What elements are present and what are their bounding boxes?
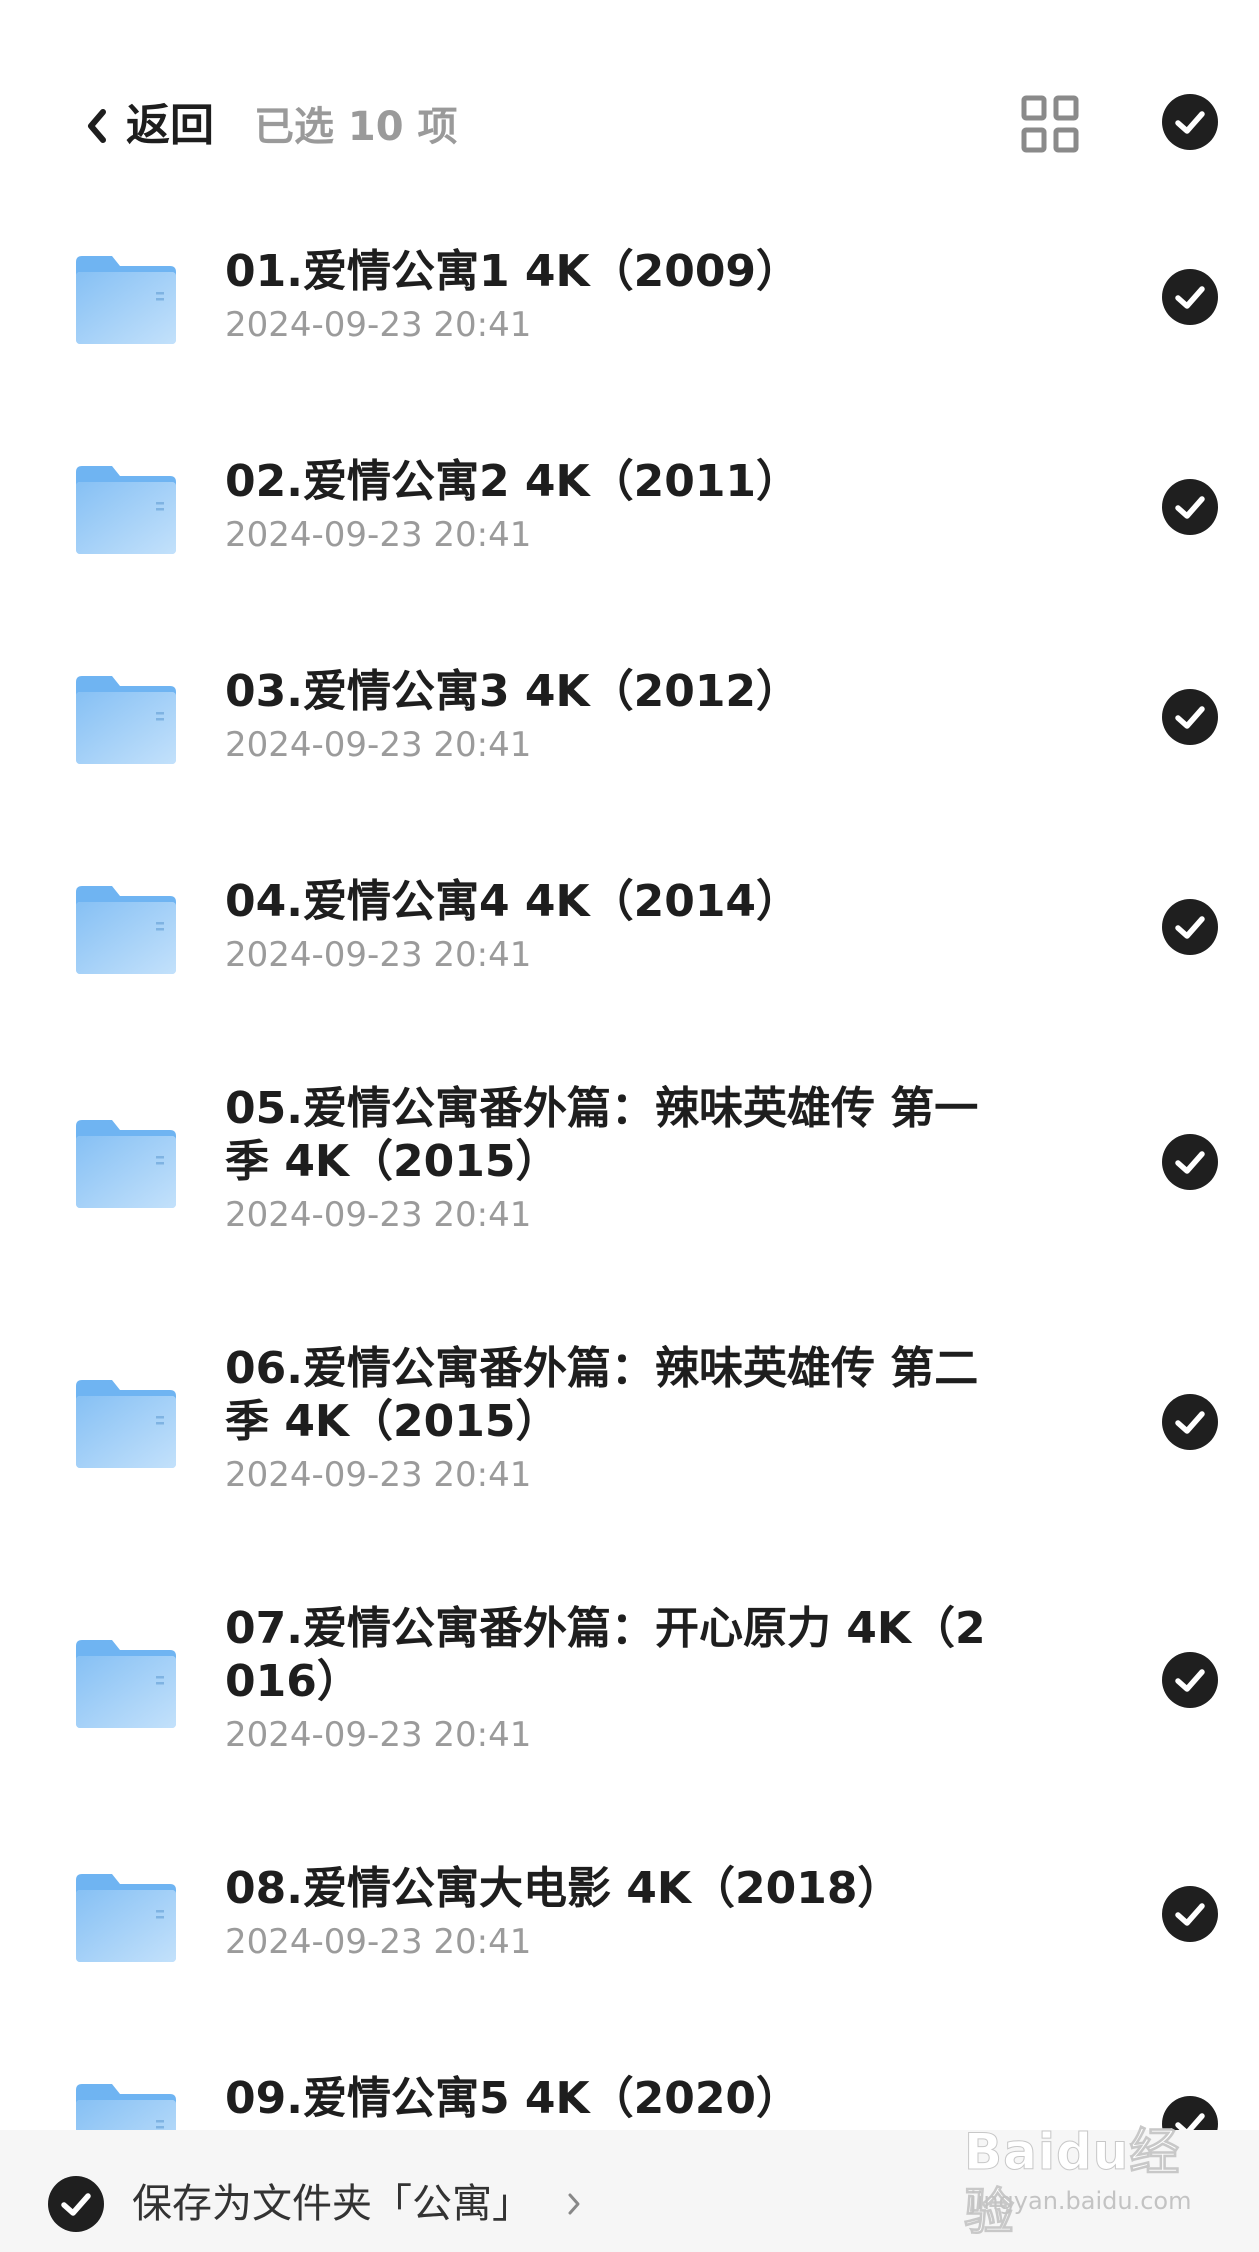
folder-icon [76, 256, 176, 344]
selected-check-icon[interactable] [1162, 269, 1218, 325]
folder-icon [76, 1874, 176, 1962]
watermark-url: jingyan.baidu.com [970, 2187, 1192, 2215]
file-name: 07.爱情公寓番外篇：开心原力 4K（2016） [225, 1603, 986, 1707]
file-name: 08.爱情公寓大电影 4K（2018） [225, 1863, 902, 1914]
folder-icon [76, 676, 176, 764]
selected-check-icon[interactable] [1162, 689, 1218, 745]
baidu-jingyan-watermark: Baidu经验 jingyan.baidu.com [964, 2118, 1228, 2242]
chevron-right-icon[interactable] [566, 2190, 582, 2218]
folder-icon [76, 1120, 176, 1208]
file-name: 09.爱情公寓5 4K（2020） [225, 2073, 801, 2124]
file-date: 2024-09-23 20:41 [225, 1922, 532, 1962]
file-name: 04.爱情公寓4 4K（2014） [225, 876, 801, 927]
folder-icon [76, 466, 176, 554]
watermark-brand: Baidu经验 [964, 2123, 1181, 2242]
selected-check-icon[interactable] [1162, 899, 1218, 955]
save-as-folder-button[interactable]: 保存为文件夹「公寓」 [132, 2178, 532, 2230]
save-as-folder-check-icon[interactable] [48, 2176, 104, 2232]
file-list: 01.爱情公寓1 4K（2009） 2024-09-23 20:41 02.爱情公寓… [0, 0, 1259, 2130]
file-date: 2024-09-23 20:41 [225, 725, 532, 765]
folder-icon [76, 2084, 176, 2130]
file-date: 2024-09-23 20:41 [225, 515, 532, 555]
folder-icon [76, 1640, 176, 1728]
selected-check-icon[interactable] [1162, 1886, 1218, 1942]
file-date: 2024-09-23 20:41 [225, 1715, 532, 1755]
selected-check-icon[interactable] [1162, 479, 1218, 535]
file-name: 02.爱情公寓2 4K（2011） [225, 456, 801, 507]
folder-icon [76, 1380, 176, 1468]
file-date: 2024-09-23 20:41 [225, 1455, 532, 1495]
file-date: 2024-09-23 20:41 [225, 935, 532, 975]
folder-icon [76, 886, 176, 974]
file-name: 03.爱情公寓3 4K（2012） [225, 666, 801, 717]
selected-check-icon[interactable] [1162, 1652, 1218, 1708]
file-name: 05.爱情公寓番外篇：辣味英雄传 第一季 4K（2015） [225, 1083, 979, 1187]
file-date: 2024-09-23 20:41 [225, 305, 532, 345]
file-name: 01.爱情公寓1 4K（2009） [225, 246, 801, 297]
selected-check-icon[interactable] [1162, 1134, 1218, 1190]
file-date: 2024-09-23 20:41 [225, 1195, 532, 1235]
selected-check-icon[interactable] [1162, 1394, 1218, 1450]
file-name: 06.爱情公寓番外篇：辣味英雄传 第二季 4K（2015） [225, 1343, 979, 1447]
